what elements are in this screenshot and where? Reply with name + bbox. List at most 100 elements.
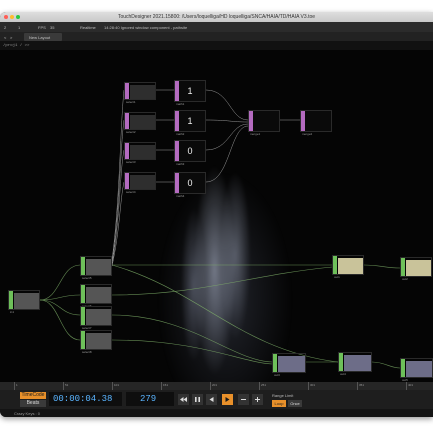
chop-type-indicator: [301, 111, 305, 131]
fps-label: FPS: [38, 25, 46, 30]
chop-operator[interactable]: select2: [124, 112, 156, 134]
status-message: 14:28:40 Ignored window component - path…: [104, 25, 188, 30]
step-back-button[interactable]: [238, 394, 249, 405]
timeline-tick: 101: [112, 382, 119, 390]
operator-viewer: [86, 259, 111, 275]
timeline-tick: 251: [259, 382, 266, 390]
sop-operator[interactable]: out2: [400, 257, 432, 281]
realtime-toggle[interactable]: Realtime: [80, 25, 96, 30]
operator-viewer: [130, 145, 155, 159]
maximize-window-button[interactable]: [16, 15, 20, 19]
nav-back-button[interactable]: <: [4, 35, 6, 40]
operator-viewer: [278, 356, 305, 372]
title-bar: TouchDesigner 2021.15800: /Users/loquell…: [0, 12, 433, 22]
operator-viewer: [406, 260, 431, 276]
pane-bar: < > New Layout: [0, 32, 433, 42]
frame-field[interactable]: 279: [126, 392, 174, 406]
sop-type-indicator: [333, 256, 337, 274]
math-operator[interactable]: 1 math1: [174, 80, 206, 106]
chop-type-indicator: [249, 111, 253, 131]
minimize-window-button[interactable]: [10, 15, 14, 19]
wire: [111, 266, 333, 296]
math-operator[interactable]: 0 math4: [174, 172, 206, 198]
operator-name: out1: [334, 275, 340, 279]
sop-type-indicator: [81, 331, 85, 349]
play-reverse-button[interactable]: [206, 394, 217, 405]
toolbar-item-1[interactable]: 2: [4, 25, 6, 30]
chop-operator[interactable]: select3: [124, 142, 156, 164]
range-limit-label: Range Limit: [272, 393, 294, 398]
rewind-icon: [180, 397, 187, 402]
status-bar: Crazy Keys : 0: [0, 409, 433, 417]
sop-type-indicator: [81, 285, 85, 303]
timeline-tick: 301: [308, 382, 315, 390]
toolbar-item-2[interactable]: 1: [18, 25, 20, 30]
sop-operator[interactable]: select6: [80, 284, 112, 308]
sop-type-indicator: [273, 354, 277, 372]
sop-operator[interactable]: select7: [80, 306, 112, 330]
sop-operator[interactable]: select5: [80, 256, 112, 280]
sop-operator[interactable]: select8: [80, 330, 112, 354]
transport-bar: TimeCode Beats 00:00:04.38 279 Range Lim…: [0, 390, 433, 409]
sop-operator[interactable]: out4: [338, 352, 372, 376]
once-button[interactable]: Once: [288, 400, 302, 407]
wire: [205, 119, 249, 123]
sop-type-indicator: [339, 353, 343, 371]
timeline-tick: 51: [63, 382, 68, 390]
sop-type-indicator: [9, 291, 13, 309]
play-icon: [225, 397, 230, 402]
timecode-field[interactable]: 00:00:04.38: [49, 392, 122, 406]
fps-value[interactable]: 35: [50, 25, 54, 30]
operator-name: math3: [176, 162, 185, 166]
chop-operator[interactable]: select4: [124, 172, 156, 194]
close-window-button[interactable]: [4, 15, 8, 19]
merge-operator[interactable]: merge1: [248, 110, 280, 136]
timeline-tick: 201: [210, 382, 217, 390]
sop-type-indicator: [81, 307, 85, 325]
tab-new-layout[interactable]: New Layout: [24, 33, 62, 41]
chop-type-indicator: [125, 143, 129, 159]
operator-name: in1: [10, 310, 15, 314]
operator-viewer: [338, 258, 363, 274]
operator-viewer: [130, 85, 155, 99]
beats-mode-button[interactable]: Beats: [20, 400, 46, 407]
operator-name: select3: [126, 160, 136, 164]
operator-viewer: [86, 333, 111, 349]
loop-button[interactable]: Loop: [272, 400, 286, 407]
wire: [111, 314, 273, 363]
operator-name: select8: [82, 350, 92, 354]
rewind-button[interactable]: [178, 394, 189, 405]
sop-operator[interactable]: in1: [8, 290, 40, 314]
chop-type-indicator: [125, 113, 129, 129]
pause-button[interactable]: [192, 394, 203, 405]
play-reverse-icon: [209, 397, 214, 402]
wire: [371, 361, 401, 369]
timeline-ruler[interactable]: 1 51 101 151 201 251 301 351 401: [0, 382, 433, 390]
operator-name: out3: [274, 373, 280, 377]
play-button[interactable]: [222, 394, 233, 405]
sop-operator[interactable]: out5: [400, 358, 433, 382]
step-forward-button[interactable]: [252, 394, 263, 405]
network-editor[interactable]: select1 select2 select3 select4 1 math1 …: [0, 50, 433, 382]
wire: [111, 339, 273, 365]
operator-name: select5: [82, 276, 92, 280]
sop-operator[interactable]: out3: [272, 353, 306, 377]
network-path-text: /proj1 / >>: [3, 44, 30, 48]
timecode-mode-button[interactable]: TimeCode: [20, 392, 46, 399]
math-operator[interactable]: 1 math2: [174, 110, 206, 136]
merge-operator[interactable]: merge2: [300, 110, 332, 136]
chop-operator[interactable]: select1: [124, 82, 156, 104]
step-forward-icon: [255, 397, 260, 402]
sop-operator[interactable]: out1: [332, 255, 364, 279]
operator-name: select4: [126, 190, 136, 194]
operator-viewer: [14, 293, 39, 309]
wire: [205, 89, 249, 121]
nav-forward-button[interactable]: >: [10, 35, 12, 40]
math-operator[interactable]: 0 math3: [174, 140, 206, 166]
pause-icon: [195, 397, 200, 402]
network-path[interactable]: /proj1 / >>: [0, 42, 433, 50]
value-display: 0: [187, 178, 193, 188]
chop-type-indicator: [125, 83, 129, 99]
value-display: 1: [187, 116, 193, 126]
app-root: TouchDesigner 2021.15800: /Users/loquell…: [0, 0, 433, 433]
